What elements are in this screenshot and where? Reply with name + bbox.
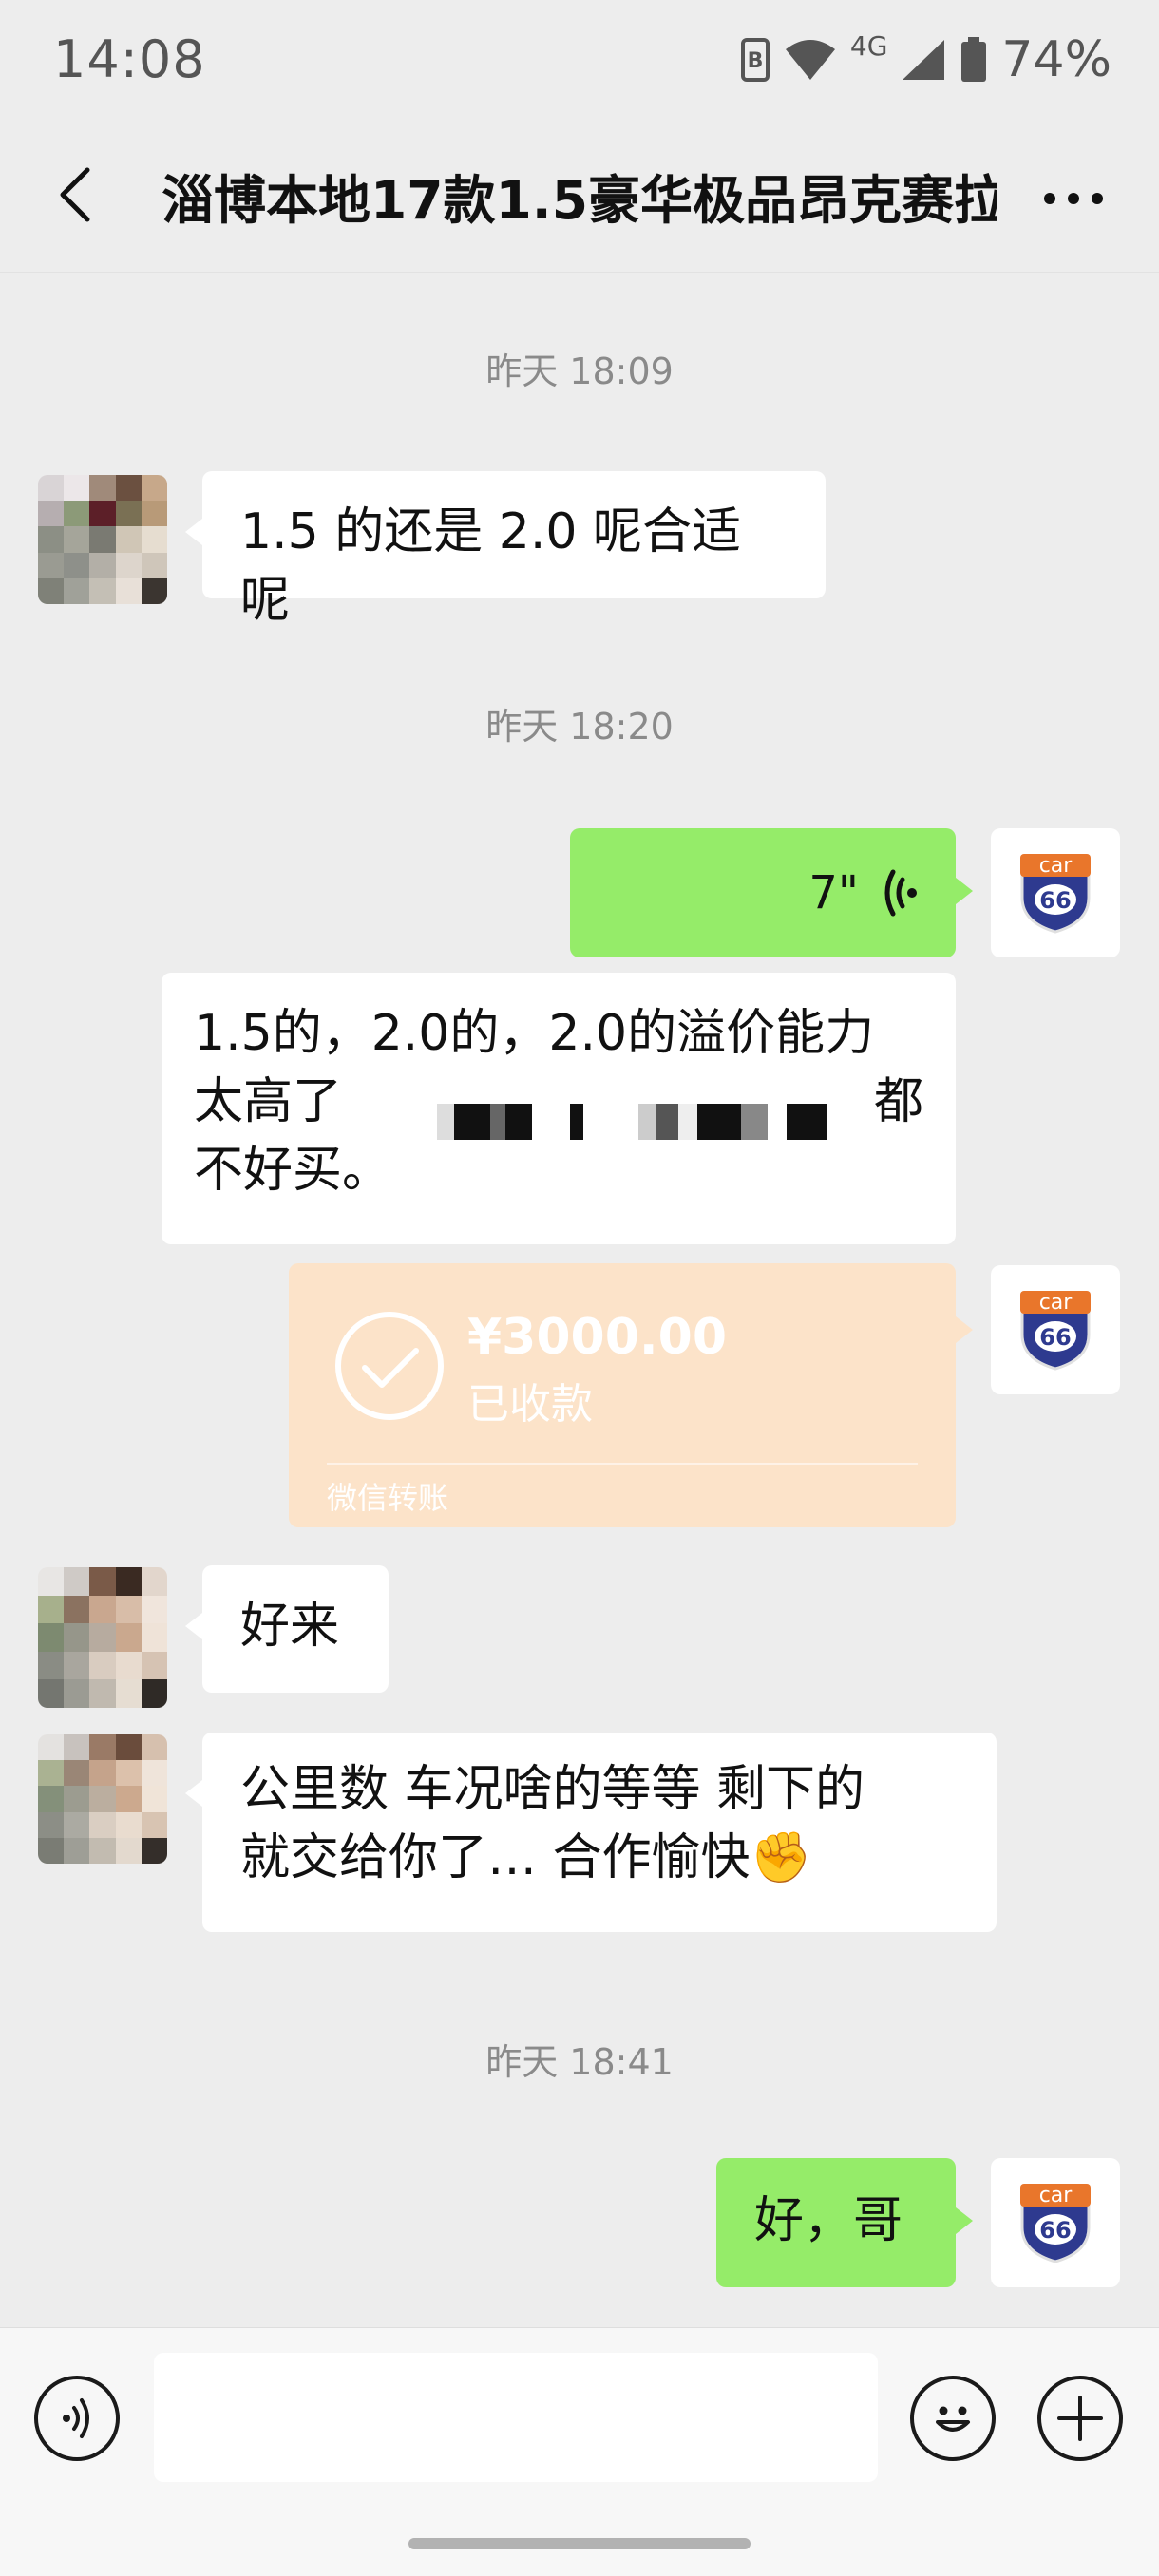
raised-fist-emoji: ✊	[750, 1829, 812, 1886]
voice-duration: 7"	[808, 866, 859, 919]
voice-wave-icon	[63, 2398, 89, 2438]
check-circle-icon	[335, 1312, 444, 1420]
pixelated-avatar-image	[38, 1567, 167, 1708]
voice-input-button[interactable]	[34, 2376, 120, 2461]
message-input[interactable]	[154, 2353, 878, 2482]
smiley-icon	[936, 2406, 970, 2432]
contact-avatar[interactable]	[38, 1567, 167, 1708]
pixelated-avatar-image	[38, 1734, 167, 1864]
timestamp: 昨天 18:20	[485, 706, 674, 748]
contact-avatar[interactable]	[38, 475, 167, 604]
message-bubble-incoming[interactable]: 公里数 车况啥的等等 剩下的 就交给你了… 合作愉快✊	[185, 1733, 997, 1932]
self-avatar[interactable]: car 66	[991, 1265, 1120, 1394]
more-functions-button[interactable]	[1037, 2376, 1123, 2461]
self-avatar[interactable]: car 66	[991, 2158, 1120, 2287]
message-text: 1.5 的还是 2.0 呢合适呢	[240, 503, 741, 629]
voice-transcription-card[interactable]: 1.5的，2.0的，2.0的溢价能力 太高了 都 不好买。	[162, 973, 956, 1244]
signal-icon	[901, 38, 946, 82]
car66-logo-icon: car 66	[1020, 854, 1091, 934]
message-bubble-outgoing[interactable]: 好，哥	[716, 2158, 973, 2287]
timestamp: 昨天 18:09	[485, 350, 674, 392]
emoji-button[interactable]	[910, 2376, 996, 2461]
transfer-status: 已收款	[467, 1380, 593, 1429]
svg-text:66: 66	[1039, 2217, 1071, 2244]
voice-wave-icon	[884, 869, 917, 917]
pixelated-avatar-image	[38, 475, 167, 604]
back-button[interactable]	[48, 166, 104, 223]
redacted-text-block	[437, 1085, 826, 1153]
plus-icon	[1057, 2396, 1103, 2441]
battery-percent: 74%	[1001, 30, 1112, 88]
transfer-footer: 微信转账	[327, 1480, 449, 1516]
wifi-icon	[784, 38, 837, 82]
svg-text:B: B	[748, 49, 764, 73]
transcription-text: 都	[873, 1073, 923, 1130]
message-text: 好来	[240, 1598, 340, 1655]
status-time: 14:08	[53, 29, 206, 89]
car66-logo-icon: car 66	[1020, 1291, 1091, 1371]
status-bar: 14:08 B 4G 74%	[0, 0, 1159, 119]
car66-logo-icon: car 66	[1020, 2184, 1091, 2263]
svg-text:car: car	[1039, 854, 1074, 878]
transfer-amount: ¥3000.00	[467, 1309, 728, 1366]
svg-text:car: car	[1039, 2184, 1074, 2207]
voice-message-bubble[interactable]: 7"	[570, 828, 973, 957]
nfc-icon: B	[740, 37, 770, 83]
chevron-left-icon	[60, 167, 90, 222]
battery-icon	[960, 36, 988, 84]
svg-text:66: 66	[1039, 1324, 1071, 1351]
message-text-line: 就交给你了… 合作愉快✊	[240, 1824, 959, 1892]
contact-avatar[interactable]	[38, 1734, 167, 1864]
svg-text:car: car	[1039, 1291, 1074, 1315]
message-text: 公里数 车况啥的等等 剩下的	[240, 1761, 865, 1818]
message-text: 就交给你了… 合作愉快	[240, 1829, 750, 1886]
transcription-text: 太高了	[194, 1073, 343, 1130]
timestamp: 昨天 18:41	[485, 2041, 674, 2083]
svg-text:66: 66	[1039, 887, 1071, 914]
transcription-line-redacted: 太高了 都	[194, 1068, 923, 1140]
network-label: 4G	[849, 30, 888, 62]
message-text: 好，哥	[754, 2192, 903, 2249]
transcription-line: 1.5的，2.0的，2.0的溢价能力	[194, 1005, 875, 1062]
more-dots-icon	[1044, 193, 1103, 204]
self-avatar[interactable]: car 66	[991, 828, 1120, 957]
home-indicator[interactable]	[408, 2538, 750, 2549]
transfer-card[interactable]: ¥3000.00 已收款 微信转账	[289, 1263, 973, 1527]
chat-title: 淄博本地17款1.5豪华极品昂克赛拉	[162, 170, 998, 231]
chat-header: 淄博本地17款1.5豪华极品昂克赛拉	[0, 119, 1159, 273]
message-bubble-incoming[interactable]: 好来	[185, 1565, 389, 1693]
status-icons: B 4G 74%	[740, 30, 1112, 88]
message-bubble-incoming[interactable]: 1.5 的还是 2.0 呢合适呢	[185, 471, 826, 629]
divider	[327, 1463, 918, 1465]
more-options-button[interactable]	[1036, 170, 1112, 227]
